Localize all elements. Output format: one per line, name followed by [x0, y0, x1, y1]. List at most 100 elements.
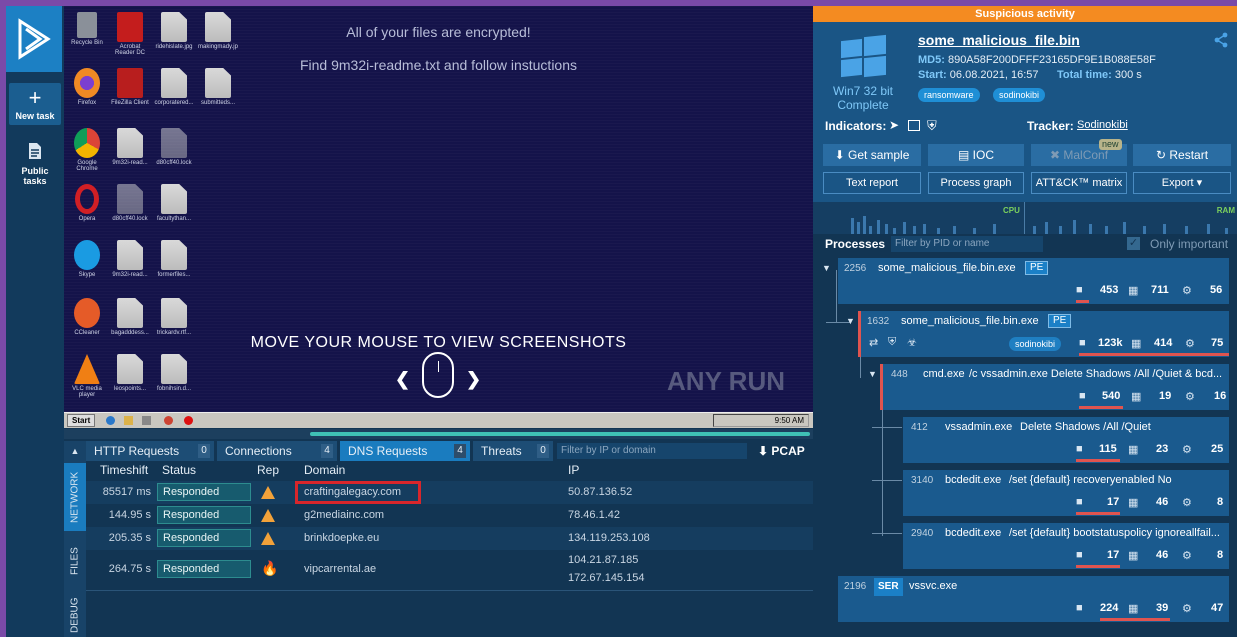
tab-dns-requests[interactable]: DNS Requests 4 [340, 441, 470, 461]
ioc-button[interactable]: ▤ IOC [928, 144, 1024, 166]
tracker-link[interactable]: Sodinokibi [1077, 119, 1128, 131]
tab-debug[interactable]: DEBUG [64, 593, 86, 637]
windows-stack-icon[interactable] [908, 120, 920, 131]
registry-icon: ▦ [1128, 285, 1139, 297]
process-pid: 1632 [867, 316, 890, 327]
cpu-ram-graph[interactable]: CPU RAM [813, 202, 1237, 234]
domain-cell: craftingalegacy.com [304, 486, 402, 498]
export-dropdown[interactable]: Export ▾ [1133, 172, 1231, 194]
column-header[interactable]: IP [568, 463, 579, 477]
chevron-down-icon: ▾ [1196, 177, 1203, 189]
activity-bar [1076, 565, 1120, 568]
domain-cell: vipcarrental.ae [304, 563, 377, 575]
collapse-icon[interactable]: ▼ [822, 263, 831, 273]
warning-icon [261, 509, 275, 522]
warning-icon [261, 486, 275, 499]
tag-sodinokibi[interactable]: sodinokibi [1009, 337, 1062, 351]
tree-connector [872, 427, 902, 428]
start-value: 06.08.2021, 16:57 [949, 69, 1039, 81]
tab-network[interactable]: NETWORK [64, 463, 86, 531]
pe-badge: PE [1048, 314, 1072, 328]
collapse-up-icon[interactable]: ▲ [64, 441, 86, 461]
public-tasks-button[interactable]: Public tasks [9, 140, 61, 186]
process-reg: 23 [1156, 443, 1169, 455]
domain-cell: g2mediainc.com [304, 509, 385, 521]
rocket-icon[interactable]: ➤ [889, 118, 899, 132]
md5-value: 890A58F200DFFF23165DF9E1B088E58F [947, 54, 1156, 66]
process-graph-button[interactable]: Process graph [928, 172, 1024, 194]
arrow-right-icon[interactable]: ❯ [466, 369, 481, 390]
process-mods: 8 [1217, 549, 1224, 561]
shield-icon[interactable]: ⛨ [927, 118, 937, 134]
ip-cell: 50.87.136.52 [568, 486, 633, 498]
process-name: vssadmin.exe [945, 421, 1013, 433]
file-icon: ■ [1076, 549, 1083, 561]
mouse-icon [422, 352, 454, 398]
tag-ransomware[interactable]: ransomware [918, 88, 980, 102]
dns-table: Timeshift Status Rep Domain IP 85517 ms … [86, 461, 813, 637]
column-header[interactable]: Domain [304, 463, 345, 477]
only-important-checkbox[interactable]: ✓ [1127, 237, 1140, 250]
collapse-icon[interactable]: ▼ [868, 369, 877, 379]
tab-connections[interactable]: Connections 4 [217, 441, 337, 461]
table-row[interactable]: 205.35 s Responded brinkdoepke.eu 134.11… [86, 527, 813, 550]
process-pid: 3140 [911, 475, 934, 486]
process-mods: 8 [1217, 496, 1224, 508]
ip-cell: 78.46.1.42 [568, 509, 620, 521]
arrow-left-icon[interactable]: ❮ [395, 369, 410, 390]
share-icon[interactable] [1213, 32, 1229, 51]
process-row[interactable]: 3140 bcdedit.exe /set {default} recovery… [903, 470, 1229, 516]
process-name: some_malicious_file.bin.exe [901, 315, 1039, 327]
pcap-download-button[interactable]: ⬇ PCAP [758, 441, 805, 461]
tree-connector [836, 270, 837, 322]
new-task-button[interactable]: + New task [9, 83, 61, 125]
get-sample-button[interactable]: ⬇ Get sample [823, 144, 921, 166]
download-icon: ⬇ [834, 148, 845, 162]
md5-label: MD5: [918, 54, 945, 66]
filename-link[interactable]: some_malicious_file.bin [918, 32, 1080, 48]
process-row[interactable]: 448 cmd.exe /c vssadmin.exe Delete Shado… [880, 364, 1229, 410]
process-row[interactable]: 2940 bcdedit.exe /set {default} bootstat… [903, 523, 1229, 569]
activity-bar [1079, 406, 1123, 409]
file-icon: ■ [1079, 337, 1086, 349]
process-row[interactable]: 2256 some_malicious_file.bin.exe PE ■ 45… [838, 258, 1229, 304]
warning-icon [261, 532, 275, 545]
network-filter-input[interactable]: Filter by IP or domain [557, 443, 747, 459]
restart-button[interactable]: ↻ Restart [1133, 144, 1231, 166]
process-row[interactable]: 412 vssadmin.exe Delete Shadows /All /Qu… [903, 417, 1229, 463]
anyrun-logo[interactable] [6, 6, 62, 72]
vm-screenshot[interactable]: All of your files are encrypted! Find 9m… [64, 6, 813, 412]
tab-threats[interactable]: Threats 0 [473, 441, 553, 461]
attck-matrix-button[interactable]: ATT&CK™ matrix [1031, 172, 1127, 194]
task-info: Win7 32 bit Complete some_malicious_file… [813, 22, 1237, 202]
table-row[interactable]: 85517 ms Responded craftingalegacy.com 5… [86, 481, 813, 504]
wrench-icon: ✖ [1049, 148, 1061, 162]
modules-icon: ⚙ [1182, 497, 1192, 509]
modules-icon: ⚙ [1185, 338, 1195, 350]
text-report-button[interactable]: Text report [823, 172, 921, 194]
tab-http-requests[interactable]: HTTP Requests 0 [86, 441, 214, 461]
table-row[interactable]: 264.75 s Responded 🔥 vipcarrental.ae 104… [86, 550, 813, 590]
tab-files[interactable]: FILES [64, 531, 86, 591]
process-filter-input[interactable]: Filter by PID or name [891, 236, 1043, 252]
desktop-icon-ccleaner: CCleaner [67, 298, 107, 336]
registry-icon: ▦ [1128, 603, 1139, 615]
column-header[interactable]: Status [162, 463, 196, 477]
registry-icon: ▦ [1128, 444, 1139, 456]
activity-bar [1076, 300, 1089, 303]
process-args: /c vssadmin.exe Delete Shadows /All /Qui… [969, 368, 1223, 380]
screenshot-timeline[interactable] [64, 429, 813, 439]
process-row[interactable]: 2196 SER vssvc.exe ■ 224 ▦ 39 ⚙ 47 [838, 576, 1229, 622]
table-row[interactable]: 144.95 s Responded g2mediainc.com 78.46.… [86, 504, 813, 527]
fire-icon: 🔥 [261, 560, 279, 576]
file-icon: ■ [1076, 496, 1083, 508]
process-row[interactable]: 1632 some_malicious_file.bin.exe PE ⇄ ⛨ … [858, 311, 1229, 357]
process-name: vssvc.exe [909, 580, 958, 592]
desktop-icon-file: d80cff40.lock [110, 184, 150, 222]
tag-sodinokibi[interactable]: sodinokibi [993, 88, 1046, 102]
desktop-icon-filezilla: FileZilla Client [110, 68, 150, 106]
column-header[interactable]: Timeshift [100, 463, 148, 477]
status-badge: Responded [157, 560, 251, 578]
collapse-icon[interactable]: ▼ [846, 316, 855, 326]
column-header[interactable]: Rep [257, 463, 279, 477]
